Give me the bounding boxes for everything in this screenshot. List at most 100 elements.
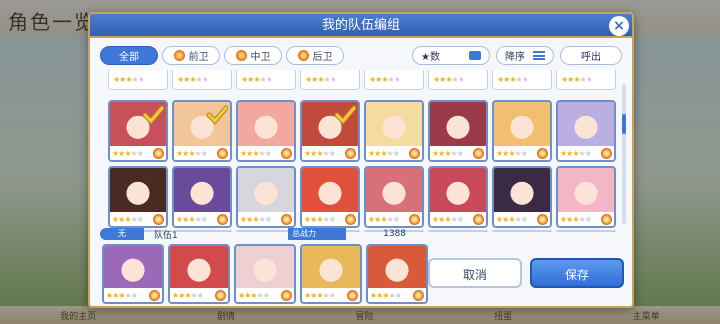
- star-rating-icon: ★★★★★: [304, 290, 336, 300]
- partial-card: [428, 230, 488, 232]
- character-card[interactable]: ★★★★★: [492, 166, 552, 228]
- character-portrait: [238, 168, 294, 214]
- team-name: 队伍1: [154, 230, 178, 241]
- character-portrait: [170, 246, 228, 290]
- character-card[interactable]: ★★★★★: [428, 166, 488, 228]
- character-card[interactable]: ★★★★★: [364, 100, 424, 162]
- partial-row-top: ★★★★★ ★★★★★ ★★★★★ ★★★★★ ★★★★★ ★★★★★ ★★★★★ ★★★★★: [108, 70, 616, 90]
- star-rating-icon: ★★★★★: [304, 148, 336, 158]
- checkmark-icon: [334, 105, 356, 125]
- star-rating-icon: ★★★★★: [304, 214, 336, 224]
- filter-tab-front[interactable]: 前卫: [162, 46, 220, 65]
- character-card[interactable]: ★★★★★: [364, 166, 424, 228]
- partial-card[interactable]: ★★★★★: [492, 70, 552, 90]
- rank-icon: [345, 213, 356, 225]
- character-card[interactable]: ★★★★★: [300, 100, 360, 162]
- character-card[interactable]: ★★★★★: [108, 100, 168, 162]
- rank-icon: [215, 289, 226, 301]
- star-rating-icon: ★★★★★: [561, 75, 593, 84]
- card-info-bar: ★★★★★: [170, 288, 228, 302]
- save-button[interactable]: 保存: [530, 258, 624, 288]
- filter-tab-middle[interactable]: 中卫: [224, 46, 282, 65]
- close-button[interactable]: ×: [609, 16, 629, 36]
- rank-icon: [153, 147, 164, 159]
- character-card[interactable]: ★★★★★: [300, 244, 362, 304]
- star-rating-icon: ★★★★★: [177, 75, 209, 84]
- team-members: ★★★★★ ★★★★★ ★★★★★ ★★★★★ ★★★★★: [102, 244, 428, 304]
- card-info-bar: ★★★★★: [368, 288, 426, 302]
- character-card[interactable]: ★★★★★: [492, 100, 552, 162]
- character-card[interactable]: ★★★★★: [366, 244, 428, 304]
- character-card[interactable]: ★★★★★: [102, 244, 164, 304]
- checkmark-icon: [142, 105, 164, 125]
- partial-card: [556, 230, 616, 232]
- card-info-bar: ★★★★★: [110, 212, 166, 226]
- checkmark-icon: [206, 105, 228, 125]
- character-portrait: [558, 102, 614, 148]
- star-rating-icon: ★★★★★: [240, 148, 272, 158]
- character-card[interactable]: ★★★★★: [428, 100, 488, 162]
- character-grid: ★★★★★ ★★★★★ ★★★★★ ★★★★★ ★★★★★ ★★★★★ ★★★★★ ★★★★★…: [100, 70, 620, 232]
- rank-icon: [281, 289, 292, 301]
- partial-card[interactable]: ★★★★★: [428, 70, 488, 90]
- star-rating-icon: ★★★★★: [496, 214, 528, 224]
- filter-tab-all[interactable]: 全部: [100, 46, 158, 65]
- partial-card[interactable]: ★★★★★: [300, 70, 360, 90]
- character-portrait: [104, 246, 162, 290]
- rank-icon: [345, 147, 356, 159]
- team-header: 无 队伍1 总战力 1388: [100, 228, 422, 241]
- character-portrait: [236, 246, 294, 290]
- character-card[interactable]: ★★★★★: [236, 100, 296, 162]
- grid-scrollbar[interactable]: [622, 84, 626, 224]
- dialog-title: 我的队伍编组: [90, 14, 632, 38]
- rank-icon: [281, 147, 292, 159]
- partial-card[interactable]: ★★★★★: [172, 70, 232, 90]
- character-portrait: [430, 168, 486, 214]
- character-portrait: [368, 246, 426, 290]
- character-card[interactable]: ★★★★★: [300, 166, 360, 228]
- character-card[interactable]: ★★★★★: [172, 166, 232, 228]
- partial-card[interactable]: ★★★★★: [556, 70, 616, 90]
- rank-icon: [601, 147, 612, 159]
- character-card[interactable]: ★★★★★: [556, 166, 616, 228]
- character-card[interactable]: ★★★★★: [108, 166, 168, 228]
- rank-icon: [149, 289, 160, 301]
- partial-card[interactable]: ★★★★★: [236, 70, 296, 90]
- scroll-thumb[interactable]: [622, 114, 626, 134]
- callout-button[interactable]: 呼出: [560, 46, 622, 65]
- card-info-bar: ★★★★★: [238, 146, 294, 160]
- card-info-bar: ★★★★★: [430, 146, 486, 160]
- character-card[interactable]: ★★★★★: [234, 244, 296, 304]
- card-info-bar: ★★★★★: [366, 146, 422, 160]
- character-portrait: [302, 246, 360, 290]
- role-icon: [297, 50, 309, 61]
- rank-icon: [409, 147, 420, 159]
- card-info-bar: ★★★★★: [558, 212, 614, 226]
- card-info-bar: ★★★★★: [238, 212, 294, 226]
- star-rating-icon: ★★★★★: [172, 290, 204, 300]
- card-info-bar: ★★★★★: [302, 288, 360, 302]
- cancel-button[interactable]: 取消: [428, 258, 522, 288]
- card-info-bar: ★★★★★: [174, 146, 230, 160]
- sort-by-stars-button[interactable]: ★数: [412, 46, 490, 65]
- filter-tab-label: 全部: [119, 52, 139, 63]
- character-card[interactable]: ★★★★★: [556, 100, 616, 162]
- sort-order-button[interactable]: 降序: [496, 46, 554, 65]
- rank-icon: [473, 213, 484, 225]
- filter-tab-label: 中卫: [250, 52, 271, 63]
- star-rating-icon: ★★★★★: [433, 75, 465, 84]
- character-portrait: [238, 102, 294, 148]
- sort-key-label: ★数: [421, 52, 440, 63]
- character-card[interactable]: ★★★★★: [236, 166, 296, 228]
- star-rating-icon: ★★★★★: [241, 75, 273, 84]
- partial-card: [492, 230, 552, 232]
- character-card[interactable]: ★★★★★: [172, 100, 232, 162]
- character-portrait: [366, 102, 422, 148]
- partial-card[interactable]: ★★★★★: [108, 70, 168, 90]
- partial-card[interactable]: ★★★★★: [364, 70, 424, 90]
- character-card[interactable]: ★★★★★: [168, 244, 230, 304]
- star-rating-icon: ★★★★★: [560, 148, 592, 158]
- rank-icon: [413, 289, 424, 301]
- filter-tab-back[interactable]: 后卫: [286, 46, 344, 65]
- card-info-bar: ★★★★★: [494, 146, 550, 160]
